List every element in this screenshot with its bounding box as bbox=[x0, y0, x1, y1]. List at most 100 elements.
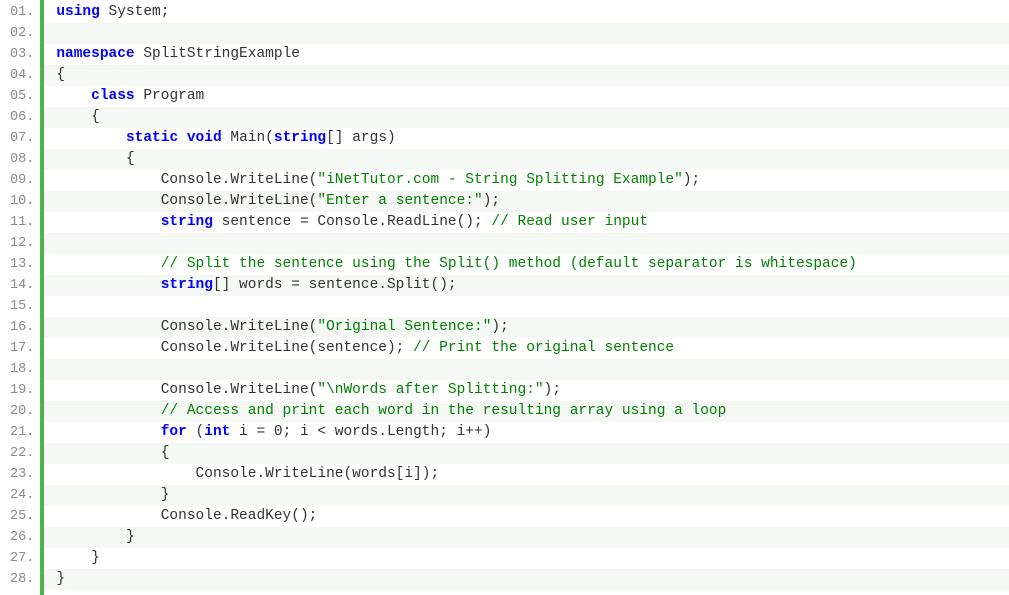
comment: // Split the sentence using the Split() … bbox=[161, 256, 857, 272]
code-block: 01. 02. 03. 04. 05. 06. 07. 08. 09. 10. … bbox=[0, 0, 1009, 595]
line-number: 20. bbox=[0, 401, 40, 422]
line-number: 10. bbox=[0, 191, 40, 212]
code-text bbox=[178, 130, 187, 146]
code-line: class Program bbox=[44, 86, 1009, 107]
code-line: namespace SplitStringExample bbox=[44, 44, 1009, 65]
code-text: Console.WriteLine(sentence); bbox=[161, 340, 413, 356]
line-number: 13. bbox=[0, 254, 40, 275]
line-number: 22. bbox=[0, 443, 40, 464]
line-number: 01. bbox=[0, 2, 40, 23]
keyword: string bbox=[161, 214, 213, 230]
code-line: Console.WriteLine(sentence); // Print th… bbox=[44, 338, 1009, 359]
line-number: 16. bbox=[0, 317, 40, 338]
line-number: 19. bbox=[0, 380, 40, 401]
code-text: Main( bbox=[230, 130, 274, 146]
line-number: 04. bbox=[0, 65, 40, 86]
brace: } bbox=[126, 529, 135, 545]
code-text: Console.WriteLine( bbox=[161, 319, 318, 335]
code-line bbox=[44, 296, 1009, 317]
keyword: int bbox=[204, 424, 230, 440]
code-line: static void Main(string[] args) bbox=[44, 128, 1009, 149]
brace: { bbox=[161, 445, 170, 461]
code-line: Console.ReadKey(); bbox=[44, 506, 1009, 527]
code-text: Program bbox=[143, 88, 204, 104]
code-text: ( bbox=[187, 424, 204, 440]
line-number: 18. bbox=[0, 359, 40, 380]
code-line: } bbox=[44, 569, 1009, 590]
code-line: using System; bbox=[44, 2, 1009, 23]
line-number: 17. bbox=[0, 338, 40, 359]
line-number: 14. bbox=[0, 275, 40, 296]
code-text: ); bbox=[483, 193, 500, 209]
line-number: 08. bbox=[0, 149, 40, 170]
code-line: for (int i = 0; i < words.Length; i++) bbox=[44, 422, 1009, 443]
keyword: for bbox=[161, 424, 187, 440]
keyword: static bbox=[126, 130, 178, 146]
keyword: string bbox=[274, 130, 326, 146]
keyword: void bbox=[187, 130, 222, 146]
code-line bbox=[44, 233, 1009, 254]
comment: // Access and print each word in the res… bbox=[161, 403, 727, 419]
line-number: 25. bbox=[0, 506, 40, 527]
line-number: 02. bbox=[0, 23, 40, 44]
code-text: ); bbox=[544, 382, 561, 398]
code-line: string[] words = sentence.Split(); bbox=[44, 275, 1009, 296]
brace: { bbox=[56, 67, 65, 83]
brace: } bbox=[91, 550, 100, 566]
code-line bbox=[44, 23, 1009, 44]
code-line: Console.WriteLine("Enter a sentence:"); bbox=[44, 191, 1009, 212]
code-line: // Split the sentence using the Split() … bbox=[44, 254, 1009, 275]
comment: // Print the original sentence bbox=[413, 340, 674, 356]
brace: { bbox=[126, 151, 135, 167]
line-number: 11. bbox=[0, 212, 40, 233]
code-line: Console.WriteLine(words[i]); bbox=[44, 464, 1009, 485]
code-text: Console.WriteLine(words[i]); bbox=[196, 466, 440, 482]
line-number: 05. bbox=[0, 86, 40, 107]
code-text: Console.WriteLine( bbox=[161, 193, 318, 209]
code-line: Console.WriteLine("iNetTutor.com - Strin… bbox=[44, 170, 1009, 191]
line-number: 03. bbox=[0, 44, 40, 65]
line-number-gutter: 01. 02. 03. 04. 05. 06. 07. 08. 09. 10. … bbox=[0, 0, 40, 595]
brace: { bbox=[91, 109, 100, 125]
code-text bbox=[100, 4, 109, 20]
code-text: Console.WriteLine( bbox=[161, 382, 318, 398]
code-line: { bbox=[44, 107, 1009, 128]
string-literal: "iNetTutor.com - String Splitting Exampl… bbox=[317, 172, 682, 188]
code-text: SplitStringExample bbox=[143, 46, 300, 62]
code-line: Console.WriteLine("Original Sentence:"); bbox=[44, 317, 1009, 338]
line-number: 12. bbox=[0, 233, 40, 254]
code-line: } bbox=[44, 548, 1009, 569]
code-line: } bbox=[44, 527, 1009, 548]
brace: } bbox=[56, 571, 65, 587]
code-text: [] args) bbox=[326, 130, 396, 146]
line-number: 07. bbox=[0, 128, 40, 149]
keyword: namespace bbox=[56, 46, 134, 62]
brace: } bbox=[161, 487, 170, 503]
string-literal: "Enter a sentence:" bbox=[317, 193, 482, 209]
string-literal: "Original Sentence:" bbox=[317, 319, 491, 335]
line-number: 28. bbox=[0, 569, 40, 590]
code-text: Console.WriteLine( bbox=[161, 172, 318, 188]
line-number: 24. bbox=[0, 485, 40, 506]
line-number: 27. bbox=[0, 548, 40, 569]
code-line bbox=[44, 359, 1009, 380]
code-text: ); bbox=[683, 172, 700, 188]
code-text: [] words = sentence.Split(); bbox=[213, 277, 457, 293]
code-area: using System; namespace SplitStringExamp… bbox=[44, 0, 1009, 595]
line-number: 26. bbox=[0, 527, 40, 548]
code-text: System; bbox=[109, 4, 170, 20]
code-line: } bbox=[44, 485, 1009, 506]
string-literal: "\nWords after Splitting:" bbox=[317, 382, 543, 398]
code-text: ); bbox=[491, 319, 508, 335]
keyword: class bbox=[91, 88, 135, 104]
code-line: string sentence = Console.ReadLine(); //… bbox=[44, 212, 1009, 233]
code-line: { bbox=[44, 443, 1009, 464]
comment: // Read user input bbox=[491, 214, 648, 230]
line-number: 23. bbox=[0, 464, 40, 485]
code-line: Console.WriteLine("\nWords after Splitti… bbox=[44, 380, 1009, 401]
code-line: // Access and print each word in the res… bbox=[44, 401, 1009, 422]
code-text: i = 0; i < words.Length; i++) bbox=[230, 424, 491, 440]
code-line: { bbox=[44, 149, 1009, 170]
line-number: 21. bbox=[0, 422, 40, 443]
keyword: using bbox=[56, 4, 100, 20]
